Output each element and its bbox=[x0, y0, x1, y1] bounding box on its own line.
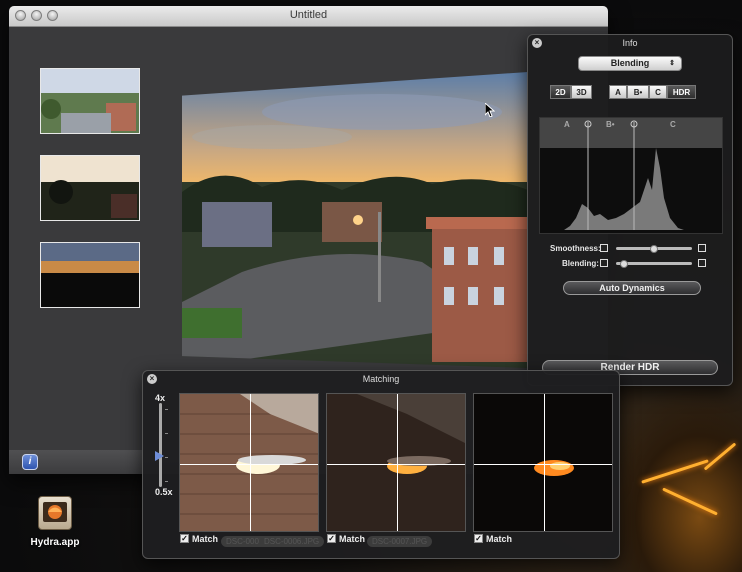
exposure-thumbnail[interactable] bbox=[40, 242, 140, 308]
histogram-marker-c: C bbox=[670, 120, 676, 129]
channel-b-button[interactable]: B• bbox=[627, 85, 649, 99]
crosshair-horizontal bbox=[327, 464, 465, 465]
window-titlebar[interactable]: Untitled bbox=[9, 6, 608, 27]
smoothness-label: Smoothness: bbox=[550, 244, 601, 253]
view-3d-button[interactable]: 3D bbox=[571, 85, 592, 99]
ghost-filename: DSC-0006.JPG bbox=[259, 536, 325, 547]
matching-panel-title: Matching bbox=[362, 374, 400, 384]
match-checkbox-1[interactable]: ✓ bbox=[180, 534, 189, 543]
exposure-thumbnail[interactable] bbox=[40, 68, 140, 134]
crosshair-horizontal bbox=[474, 464, 612, 465]
exposure-thumbnail[interactable] bbox=[40, 155, 140, 221]
up-down-arrows-icon: ⇕ bbox=[669, 60, 675, 67]
zoom-slider-knob[interactable] bbox=[155, 451, 164, 461]
crosshair-vertical bbox=[544, 394, 545, 531]
blending-slider-knob[interactable] bbox=[619, 260, 628, 268]
ghost-filename: DSC-0007.JPG bbox=[367, 536, 433, 547]
channel-hdr-button[interactable]: HDR bbox=[667, 85, 696, 99]
zoom-min-label: 0.5x bbox=[155, 487, 173, 497]
histogram-marker-a: A bbox=[564, 120, 570, 129]
histogram-curve bbox=[564, 120, 684, 230]
crosshair-vertical bbox=[250, 394, 251, 531]
info-panel-title: Info bbox=[622, 38, 638, 48]
zoom-tick bbox=[165, 481, 168, 482]
match-label-3: Match bbox=[486, 534, 513, 544]
channel-a-button[interactable]: A bbox=[609, 85, 627, 99]
hdr-preview-image[interactable] bbox=[182, 72, 528, 368]
blending-low-icon bbox=[600, 259, 608, 267]
channel-c-button[interactable]: C bbox=[649, 85, 667, 99]
view-2d-button[interactable]: 2D bbox=[550, 85, 571, 99]
smoothness-slider-knob[interactable] bbox=[650, 245, 658, 253]
mouse-cursor-icon bbox=[485, 103, 495, 117]
match-label-2: Match bbox=[339, 534, 366, 544]
matching-panel: × Matching 4x 0.5x ✓ Match DSC-0008.JPG … bbox=[142, 370, 620, 559]
histogram-marker-b: B• bbox=[606, 120, 615, 129]
info-panel: × Info Blending ⇕ 2D 3D A B• C HDR A B• … bbox=[527, 34, 733, 386]
zoom-tick bbox=[165, 457, 168, 458]
blending-label: Blending: bbox=[562, 259, 599, 268]
window-title: Untitled bbox=[289, 9, 328, 21]
hydra-app-label[interactable]: Hydra.app bbox=[20, 537, 90, 548]
zoom-slider[interactable] bbox=[159, 403, 162, 487]
match-image-3[interactable] bbox=[473, 393, 613, 532]
histogram[interactable]: A B• C bbox=[539, 117, 723, 234]
mode-select-value: Blending bbox=[610, 58, 650, 68]
desktop-wallpaper-glow bbox=[600, 390, 742, 572]
match-checkbox-3[interactable]: ✓ bbox=[474, 534, 483, 543]
crosshair-vertical bbox=[397, 394, 398, 531]
info-button[interactable]: i bbox=[22, 454, 38, 470]
smoothness-high-icon bbox=[698, 244, 706, 252]
match-image-2[interactable] bbox=[326, 393, 466, 532]
match-label-1: Match bbox=[192, 534, 219, 544]
mode-select[interactable]: Blending ⇕ bbox=[578, 56, 682, 71]
smoothness-low-icon bbox=[600, 244, 608, 252]
zoom-max-label: 4x bbox=[155, 393, 166, 403]
hydra-app-icon[interactable] bbox=[38, 496, 72, 530]
zoom-tick bbox=[165, 433, 168, 434]
auto-dynamics-button[interactable]: Auto Dynamics bbox=[563, 281, 701, 295]
blending-high-icon bbox=[698, 259, 706, 267]
zoom-tick bbox=[165, 409, 168, 410]
match-checkbox-2[interactable]: ✓ bbox=[327, 534, 336, 543]
match-image-1[interactable] bbox=[179, 393, 319, 532]
crosshair-horizontal bbox=[180, 464, 318, 465]
